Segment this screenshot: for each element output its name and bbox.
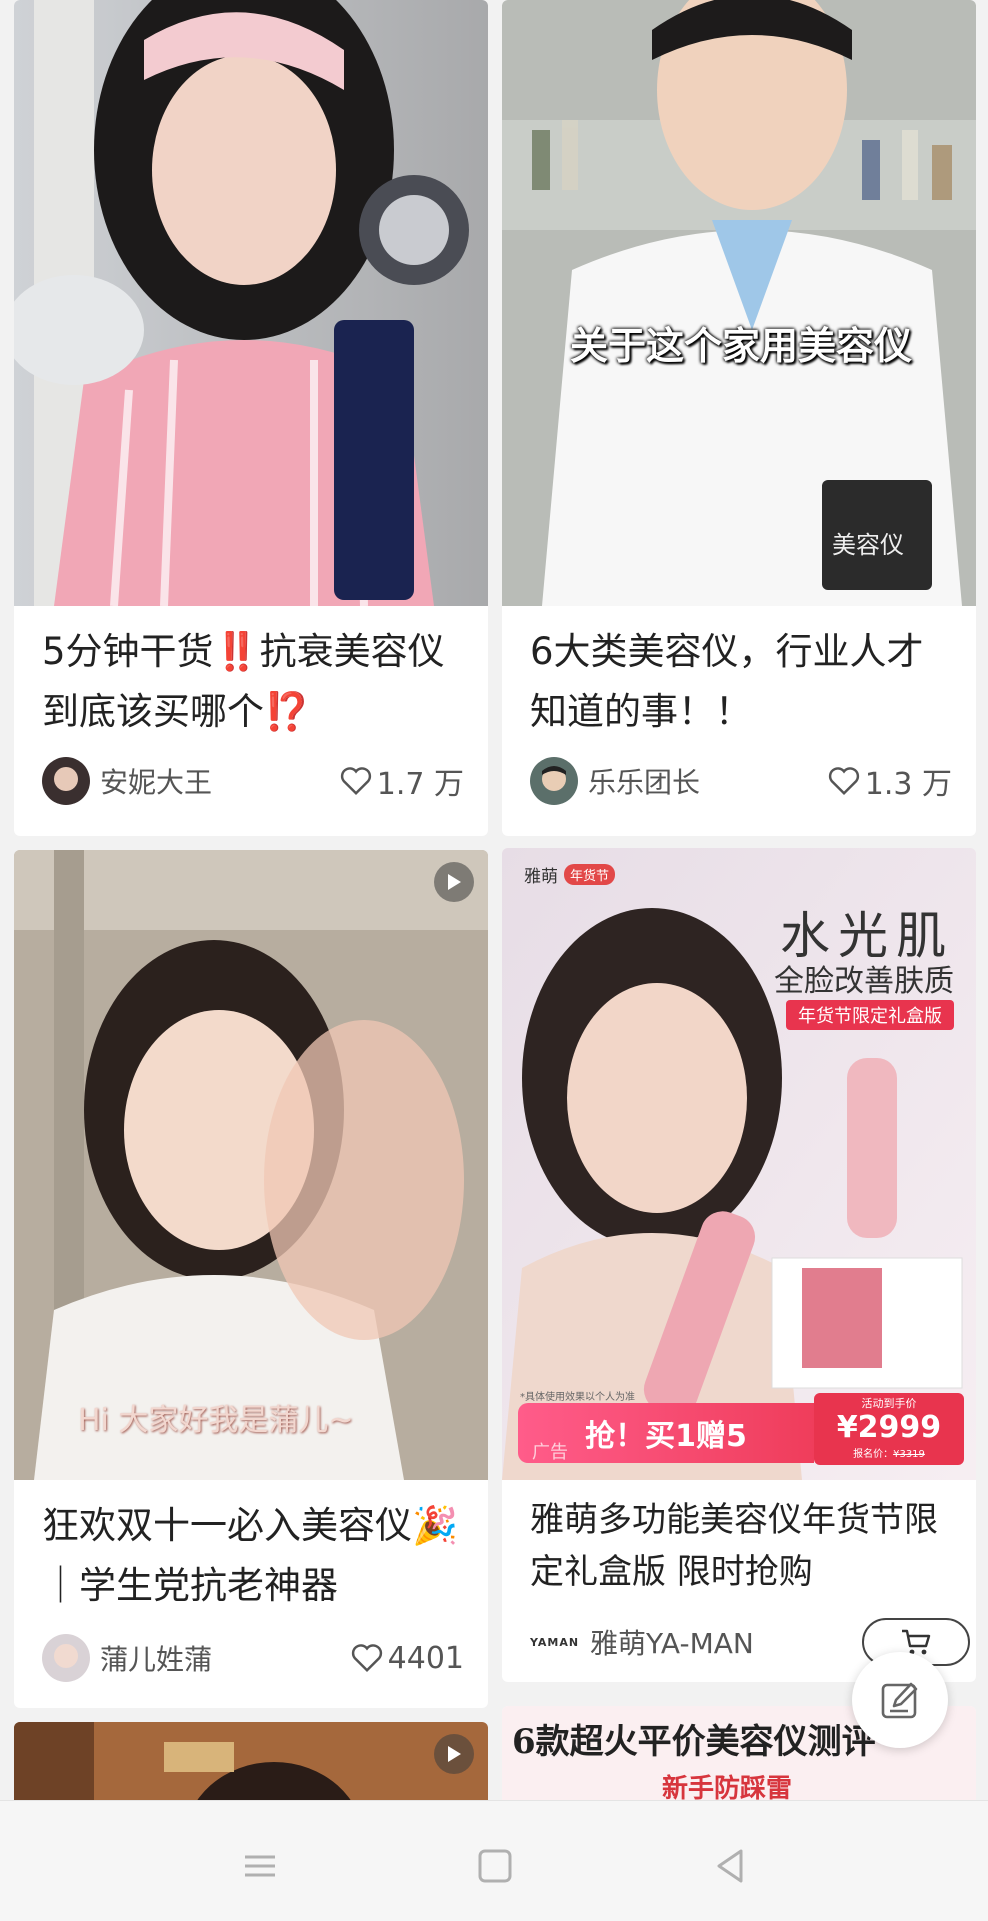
note-title: 狂欢双十一必入美容仪🎉｜学生党抗老神器 [42,1504,459,1607]
brand-logo: YAMAN [530,1635,580,1649]
like-button[interactable]: 4401 [350,1641,464,1676]
banner-title: 6款超火平价美容仪测评 [512,1722,876,1762]
like-count: 4401 [387,1640,464,1676]
author-avatar[interactable] [530,757,578,805]
ad-subheadline: 全脸改善肤质 [774,964,954,999]
ad-cover-image: 雅萌 年货节 水光肌 全脸改善肤质 年货节限定礼盒版 *具体使用效果以个人为准 … [502,848,976,1480]
note-cover-image: 关于这个家用美容仪 美容仪 [502,0,976,606]
ad-orig-price: ¥3319 [893,1449,925,1460]
note-cover-image: Hi 大家好我是蒲儿~ [14,850,488,1480]
back-nav-button[interactable] [705,1841,755,1891]
advertiser-name[interactable]: 雅萌YA-MAN [590,1622,862,1662]
note-card[interactable] [14,1722,488,1800]
note-meta: 安妮大王 1.7 万 [42,755,464,807]
play-icon [434,862,474,902]
like-count: 1.7 万 [376,767,464,802]
author-avatar[interactable] [42,1634,90,1682]
ad-cta-text: 抢！买1赠5 [585,1419,747,1454]
ad-title: 雅萌多功能美容仪年货节限定礼盒版 限时抢购 [530,1500,938,1592]
note-card[interactable]: 关于这个家用美容仪 美容仪 6大类美容仪，行业人才知道的事！！ 乐乐团长 1.3… [502,0,976,836]
banner-subtitle: 新手防踩雷 [662,1774,793,1800]
ad-brand: 雅萌 年货节 [524,862,616,887]
note-cover-image [14,0,488,606]
compose-icon [881,1682,918,1719]
author-avatar[interactable] [42,757,90,805]
ad-disclaimer: *具体使用效果以个人为准 [520,1392,635,1403]
ad-card[interactable]: 雅萌 年货节 水光肌 全脸改善肤质 年货节限定礼盒版 *具体使用效果以个人为准 … [502,848,976,1682]
note-card[interactable]: 5分钟干货‼️抗衰美容仪 到底该买哪个⁉️ 安妮大王 1.7 万 [14,0,488,836]
ad-price-label: 活动到手价 [861,1397,917,1410]
author-name[interactable]: 蒲儿姓蒲 [100,1638,350,1678]
menu-icon [245,1855,275,1877]
home-nav-button[interactable] [470,1841,520,1891]
note-title: 5分钟干货‼️抗衰美容仪 到底该买哪个⁉️ [42,630,457,733]
author-name[interactable]: 乐乐团长 [588,761,827,801]
like-button[interactable]: 1.7 万 [339,759,464,803]
notes-feed: 5分钟干货‼️抗衰美容仪 到底该买哪个⁉️ 安妮大王 1.7 万 关于这个家用美… [0,0,988,1800]
heart-outline-icon [340,767,371,796]
ad-price: ¥2999 [836,1410,942,1445]
compose-button[interactable] [852,1652,948,1748]
ad-brand-name: 雅萌 [524,867,558,887]
note-meta: 乐乐团长 1.3 万 [530,755,952,807]
back-triangle-icon [717,1849,743,1883]
note-meta: 蒲儿姓蒲 4401 [42,1632,464,1684]
heart-outline-icon [351,1644,382,1673]
author-name[interactable]: 安妮大王 [100,761,339,801]
home-square-icon [478,1849,512,1883]
heart-outline-icon [828,767,859,796]
note-title: 6大类美容仪，行业人才知道的事！！ [530,630,924,733]
like-button[interactable]: 1.3 万 [827,759,952,803]
menu-nav-button[interactable] [235,1841,285,1891]
sign-text: 美容仪 [832,531,904,559]
note-card[interactable]: Hi 大家好我是蒲儿~ 狂欢双十一必入美容仪🎉｜学生党抗老神器 蒲儿姓蒲 440… [14,850,488,1708]
ad-label: 广告 [532,1442,568,1463]
play-icon [434,1734,474,1774]
ad-badge: 年货节 [564,864,616,885]
ad-tag: 年货节限定礼盒版 [786,1000,954,1030]
ad-price-box: 活动到手价 ¥2999 报名价：¥3319 [814,1393,964,1465]
like-count: 1.3 万 [864,767,952,802]
ad-orig-price-label: 报名价： [853,1449,894,1460]
ad-orig-price-row: 报名价：¥3319 [814,1445,964,1460]
note-cover-image [14,1722,488,1800]
video-caption: Hi 大家好我是蒲儿~ [78,1403,354,1438]
video-caption: 关于这个家用美容仪 [570,324,913,368]
system-navigation-bar [0,1800,988,1921]
